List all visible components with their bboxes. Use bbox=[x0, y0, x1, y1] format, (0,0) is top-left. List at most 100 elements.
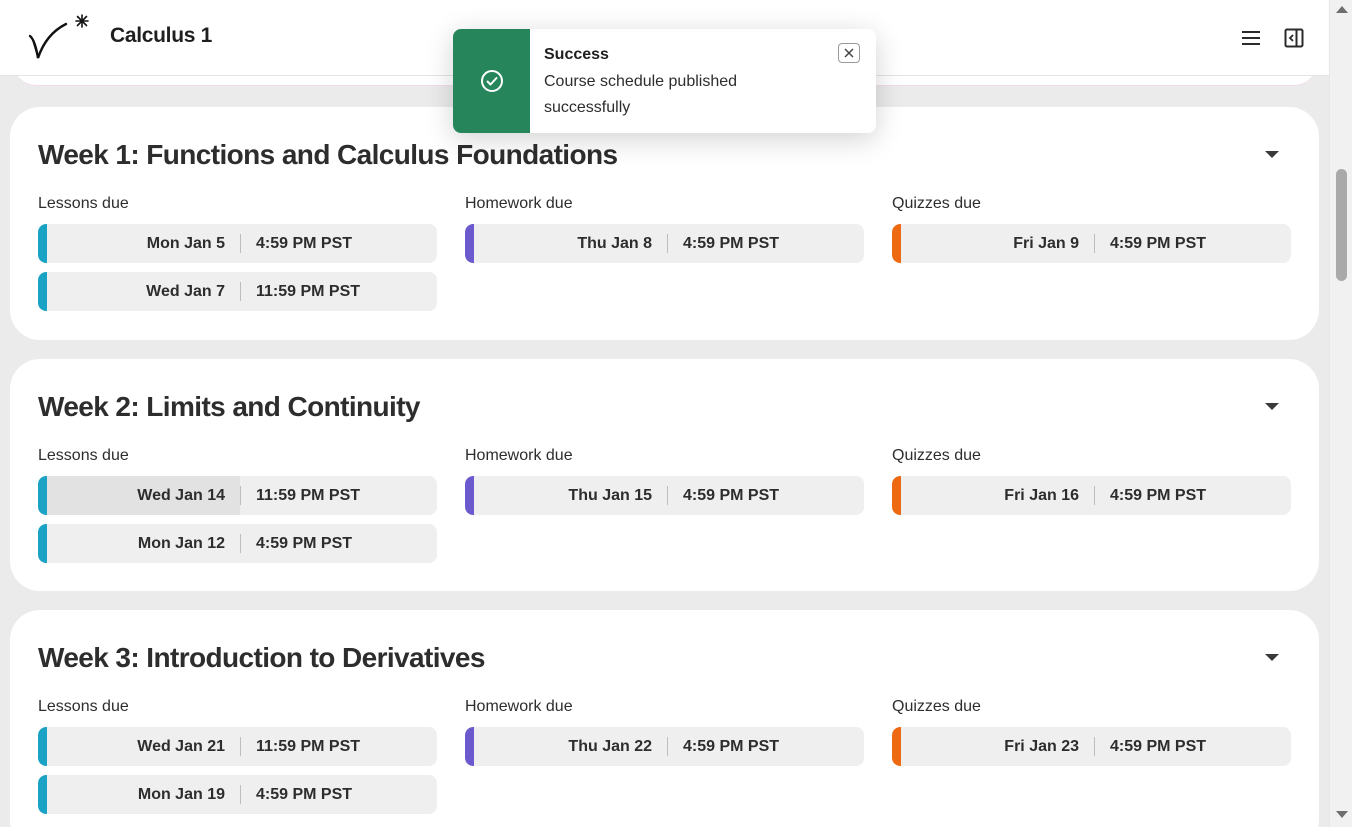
divider bbox=[667, 486, 668, 505]
lessons-column: Lessons due Wed Jan 14 11:59 PM PST Mon … bbox=[38, 445, 437, 572]
lessons-column: Lessons due Wed Jan 21 11:59 PM PST Mon … bbox=[38, 696, 437, 823]
homework-color-bar bbox=[465, 224, 474, 263]
week-title: Week 2: Limits and Continuity bbox=[38, 391, 421, 422]
scroll-up-arrow-icon[interactable] bbox=[1336, 6, 1348, 13]
due-time[interactable]: 4:59 PM PST bbox=[1110, 476, 1206, 515]
week-card-2: Week 2: Limits and Continuity Lessons du… bbox=[10, 359, 1319, 591]
due-date[interactable]: Wed Jan 21 bbox=[47, 727, 240, 766]
week-title: Week 1: Functions and Calculus Foundatio… bbox=[38, 139, 618, 170]
collapse-caret-icon[interactable] bbox=[1265, 403, 1279, 410]
divider bbox=[1094, 737, 1095, 756]
due-date[interactable]: Wed Jan 7 bbox=[47, 272, 240, 311]
quiz-color-bar bbox=[892, 224, 901, 263]
collapse-caret-icon[interactable] bbox=[1265, 654, 1279, 661]
due-time[interactable]: 4:59 PM PST bbox=[256, 224, 352, 263]
due-time[interactable]: 4:59 PM PST bbox=[1110, 224, 1206, 263]
homework-due-pill[interactable]: Thu Jan 22 4:59 PM PST bbox=[465, 727, 864, 766]
quizzes-due-label: Quizzes due bbox=[892, 447, 981, 464]
lesson-color-bar bbox=[38, 224, 47, 263]
due-date[interactable]: Fri Jan 9 bbox=[901, 224, 1094, 263]
quiz-due-pill[interactable]: Fri Jan 16 4:59 PM PST bbox=[892, 476, 1291, 515]
quizzes-column: Quizzes due Fri Jan 16 4:59 PM PST bbox=[892, 445, 1291, 524]
due-time[interactable]: 4:59 PM PST bbox=[683, 224, 779, 263]
homework-column: Homework due Thu Jan 8 4:59 PM PST bbox=[465, 193, 864, 272]
lesson-color-bar bbox=[38, 775, 47, 814]
homework-due-pill[interactable]: Thu Jan 15 4:59 PM PST bbox=[465, 476, 864, 515]
homework-due-label: Homework due bbox=[465, 698, 573, 715]
divider bbox=[240, 534, 241, 553]
toast-message: Course schedule published successfully bbox=[544, 73, 738, 116]
due-time[interactable]: 4:59 PM PST bbox=[683, 727, 779, 766]
divider bbox=[240, 234, 241, 253]
quizzes-column: Quizzes due Fri Jan 9 4:59 PM PST bbox=[892, 193, 1291, 272]
divider bbox=[240, 785, 241, 804]
due-time[interactable]: 11:59 PM PST bbox=[256, 727, 360, 766]
due-date[interactable]: Thu Jan 8 bbox=[474, 224, 667, 263]
success-toast: Success Course schedule published succes… bbox=[453, 29, 876, 133]
divider bbox=[1094, 234, 1095, 253]
divider bbox=[1094, 486, 1095, 505]
course-title: Calculus 1 bbox=[110, 24, 213, 47]
lesson-due-pill[interactable]: Wed Jan 7 11:59 PM PST bbox=[38, 272, 437, 311]
lesson-color-bar bbox=[38, 476, 47, 515]
collapse-caret-icon[interactable] bbox=[1265, 151, 1279, 158]
lessons-due-label: Lessons due bbox=[38, 447, 129, 464]
lesson-due-pill[interactable]: Mon Jan 12 4:59 PM PST bbox=[38, 524, 437, 563]
quiz-due-pill[interactable]: Fri Jan 23 4:59 PM PST bbox=[892, 727, 1291, 766]
due-time[interactable]: 4:59 PM PST bbox=[256, 524, 352, 563]
homework-color-bar bbox=[465, 727, 474, 766]
divider bbox=[667, 737, 668, 756]
homework-column: Homework due Thu Jan 15 4:59 PM PST bbox=[465, 445, 864, 524]
lesson-color-bar bbox=[38, 524, 47, 563]
sidebar-panel-icon[interactable] bbox=[1280, 24, 1308, 52]
homework-due-pill[interactable]: Thu Jan 8 4:59 PM PST bbox=[465, 224, 864, 263]
due-date[interactable]: Thu Jan 15 bbox=[474, 476, 667, 515]
quizzes-column: Quizzes due Fri Jan 23 4:59 PM PST bbox=[892, 696, 1291, 775]
due-date[interactable]: Wed Jan 14 bbox=[47, 476, 240, 515]
lessons-due-label: Lessons due bbox=[38, 698, 129, 715]
close-icon[interactable] bbox=[838, 43, 860, 63]
vertical-scrollbar[interactable] bbox=[1329, 0, 1352, 827]
due-date[interactable]: Mon Jan 19 bbox=[47, 775, 240, 814]
homework-due-label: Homework due bbox=[465, 447, 573, 464]
divider bbox=[240, 486, 241, 505]
due-date[interactable]: Mon Jan 5 bbox=[47, 224, 240, 263]
v-star-logo[interactable] bbox=[26, 12, 92, 64]
divider bbox=[240, 737, 241, 756]
scrollbar-thumb[interactable] bbox=[1336, 169, 1347, 281]
due-time[interactable]: 11:59 PM PST bbox=[256, 272, 360, 311]
lessons-due-label: Lessons due bbox=[38, 195, 129, 212]
due-date[interactable]: Thu Jan 22 bbox=[474, 727, 667, 766]
toast-title: Success bbox=[544, 46, 609, 63]
toast-status-strip bbox=[453, 29, 530, 133]
due-date[interactable]: Fri Jan 23 bbox=[901, 727, 1094, 766]
due-time[interactable]: 4:59 PM PST bbox=[1110, 727, 1206, 766]
hamburger-icon[interactable] bbox=[1237, 24, 1265, 52]
quiz-color-bar bbox=[892, 727, 901, 766]
quiz-color-bar bbox=[892, 476, 901, 515]
quiz-due-pill[interactable]: Fri Jan 9 4:59 PM PST bbox=[892, 224, 1291, 263]
divider bbox=[667, 234, 668, 253]
due-date[interactable]: Mon Jan 12 bbox=[47, 524, 240, 563]
lesson-due-pill[interactable]: Wed Jan 14 11:59 PM PST bbox=[38, 476, 437, 515]
homework-due-label: Homework due bbox=[465, 195, 573, 212]
due-time[interactable]: 11:59 PM PST bbox=[256, 476, 360, 515]
week-card-1: Week 1: Functions and Calculus Foundatio… bbox=[10, 107, 1319, 340]
due-time[interactable]: 4:59 PM PST bbox=[683, 476, 779, 515]
lesson-color-bar bbox=[38, 727, 47, 766]
week-title: Week 3: Introduction to Derivatives bbox=[38, 642, 485, 673]
quizzes-due-label: Quizzes due bbox=[892, 698, 981, 715]
divider bbox=[240, 282, 241, 301]
due-date[interactable]: Fri Jan 16 bbox=[901, 476, 1094, 515]
lesson-color-bar bbox=[38, 272, 47, 311]
homework-column: Homework due Thu Jan 22 4:59 PM PST bbox=[465, 696, 864, 775]
check-circle-icon bbox=[480, 70, 503, 92]
due-time[interactable]: 4:59 PM PST bbox=[256, 775, 352, 814]
lessons-column: Lessons due Mon Jan 5 4:59 PM PST Wed Ja… bbox=[38, 193, 437, 320]
week-card-3: Week 3: Introduction to Derivatives Less… bbox=[10, 610, 1319, 827]
scroll-down-arrow-icon[interactable] bbox=[1336, 811, 1348, 818]
lesson-due-pill[interactable]: Mon Jan 19 4:59 PM PST bbox=[38, 775, 437, 814]
homework-color-bar bbox=[465, 476, 474, 515]
lesson-due-pill[interactable]: Mon Jan 5 4:59 PM PST bbox=[38, 224, 437, 263]
lesson-due-pill[interactable]: Wed Jan 21 11:59 PM PST bbox=[38, 727, 437, 766]
